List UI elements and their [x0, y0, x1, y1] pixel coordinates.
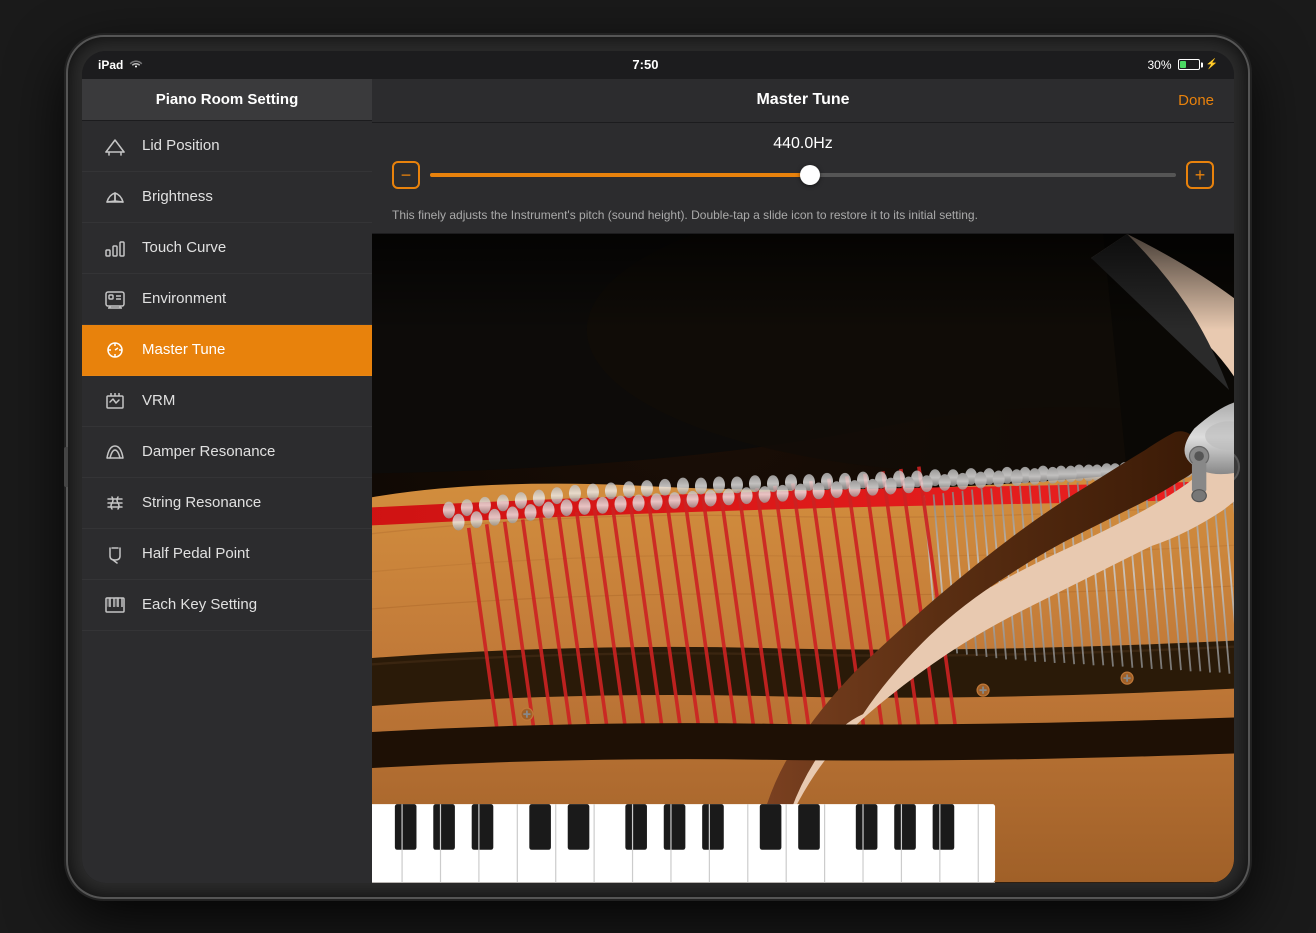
- tune-description: This finely adjusts the Instrument's pit…: [372, 197, 1234, 235]
- brightness-label: Brightness: [142, 188, 213, 205]
- sidebar-item-string-resonance[interactable]: String Resonance: [82, 478, 372, 529]
- charging-icon: ⚡: [1206, 59, 1218, 70]
- slider-fill: [430, 173, 810, 177]
- sidebar-item-each-key-setting[interactable]: Each Key Setting: [82, 580, 372, 631]
- sidebar-item-damper-resonance[interactable]: Damper Resonance: [82, 427, 372, 478]
- each-key-setting-label: Each Key Setting: [142, 596, 257, 613]
- piano-image-canvas: [372, 234, 1234, 882]
- status-left: iPad: [98, 58, 143, 72]
- vrm-icon: [102, 388, 128, 414]
- string-resonance-icon: [102, 490, 128, 516]
- lid-position-icon: [102, 133, 128, 159]
- damper-resonance-label: Damper Resonance: [142, 443, 275, 460]
- half-pedal-point-label: Half Pedal Point: [142, 545, 250, 562]
- touch-curve-icon: [102, 235, 128, 261]
- sidebar-item-touch-curve[interactable]: Touch Curve: [82, 223, 372, 274]
- ipad-label: iPad: [98, 58, 123, 72]
- slider-track[interactable]: [430, 173, 1176, 177]
- status-bar: iPad 7:50 30% ⚡: [82, 51, 1234, 79]
- sidebar-item-vrm[interactable]: VRM: [82, 376, 372, 427]
- side-button[interactable]: [64, 447, 68, 487]
- main-title: Master Tune: [442, 91, 1164, 109]
- piano-image-area: [372, 234, 1234, 882]
- lid-position-label: Lid Position: [142, 137, 220, 154]
- main-content: Piano Room Setting Lid Position: [82, 79, 1234, 883]
- sidebar-item-master-tune[interactable]: Master Tune: [82, 325, 372, 376]
- battery-percent-label: 30%: [1148, 58, 1172, 72]
- touch-curve-label: Touch Curve: [142, 239, 226, 256]
- plus-button[interactable]: +: [1186, 161, 1214, 189]
- tune-control: 440.0Hz − +: [372, 123, 1234, 197]
- vrm-label: VRM: [142, 392, 175, 409]
- battery-icon: [1178, 59, 1200, 70]
- sidebar-item-lid-position[interactable]: Lid Position: [82, 121, 372, 172]
- tune-value: 440.0Hz: [392, 135, 1214, 153]
- right-header: Master Tune Done: [372, 79, 1234, 123]
- master-tune-icon: [102, 337, 128, 363]
- each-key-setting-icon: [102, 592, 128, 618]
- slider-thumb[interactable]: [800, 165, 820, 185]
- minus-button[interactable]: −: [392, 161, 420, 189]
- sidebar-item-half-pedal-point[interactable]: Half Pedal Point: [82, 529, 372, 580]
- sidebar-item-brightness[interactable]: Brightness: [82, 172, 372, 223]
- slider-row: − +: [392, 161, 1214, 189]
- wifi-icon: [129, 58, 143, 71]
- sidebar-title: Piano Room Setting: [82, 79, 372, 121]
- string-resonance-label: String Resonance: [142, 494, 261, 511]
- environment-label: Environment: [142, 290, 226, 307]
- master-tune-label: Master Tune: [142, 341, 225, 358]
- environment-icon: [102, 286, 128, 312]
- half-pedal-point-icon: [102, 541, 128, 567]
- status-right: 30% ⚡: [1148, 58, 1218, 72]
- damper-resonance-icon: [102, 439, 128, 465]
- status-time: 7:50: [632, 57, 658, 72]
- done-button[interactable]: Done: [1164, 92, 1214, 109]
- sidebar-item-environment[interactable]: Environment: [82, 274, 372, 325]
- brightness-icon: [102, 184, 128, 210]
- device-screen: iPad 7:50 30% ⚡: [82, 51, 1234, 883]
- device-frame: iPad 7:50 30% ⚡: [68, 37, 1248, 897]
- right-panel: Master Tune Done 440.0Hz −: [372, 79, 1234, 883]
- sidebar: Piano Room Setting Lid Position: [82, 79, 372, 883]
